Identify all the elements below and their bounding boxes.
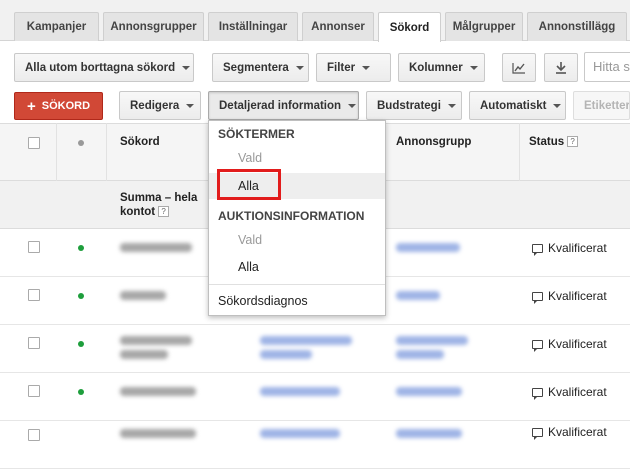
status-column-header[interactable]: Status? <box>529 136 579 148</box>
tab-campaigns[interactable]: Kampanjer <box>14 12 99 41</box>
select-all-checkbox[interactable] <box>28 137 40 149</box>
status-text: Kvalificerat <box>548 289 607 303</box>
columns-dropdown[interactable]: Kolumner <box>398 53 485 82</box>
chevron-down-icon <box>182 65 191 70</box>
chevron-down-icon <box>362 65 371 70</box>
add-keyword-button[interactable]: + SÖKORD <box>14 92 103 120</box>
keyword-column-header[interactable]: Sökord <box>120 136 160 148</box>
row-status: Kvalificerat <box>532 241 607 256</box>
blurred-ad-group-line2 <box>396 350 444 359</box>
chevron-down-icon <box>348 103 357 108</box>
chevron-down-icon <box>295 65 304 70</box>
status-dot-icon <box>78 389 84 395</box>
comment-bubble-icon[interactable] <box>532 339 543 352</box>
keyword-diagnosis-item[interactable]: Sökordsdiagnos <box>209 288 385 314</box>
edit-dropdown[interactable]: Redigera <box>119 91 201 120</box>
details-label: Detaljerad information <box>219 99 342 112</box>
blurred-keyword[interactable] <box>120 291 166 300</box>
blurred-match-keyword[interactable] <box>260 387 340 396</box>
blurred-ad-group[interactable] <box>396 291 440 300</box>
segment-label: Segmentera <box>223 61 289 74</box>
blurred-match-keyword[interactable] <box>260 336 352 345</box>
blurred-match-keyword-line2 <box>260 350 312 359</box>
ad-group-column-header[interactable]: Annonsgrupp <box>396 136 471 148</box>
table-row: Kvalificerat <box>0 373 630 421</box>
comment-bubble-icon[interactable] <box>532 243 543 256</box>
row-checkbox[interactable] <box>28 289 40 301</box>
details-dropdown[interactable]: Detaljerad information <box>208 91 359 120</box>
edit-label: Redigera <box>130 99 180 112</box>
summary-label: Summa – hela kontot? <box>120 191 220 219</box>
comment-bubble-icon[interactable] <box>532 387 543 400</box>
status-dot-icon <box>78 293 84 299</box>
tab-bar: Kampanjer Annonsgrupper Inställningar An… <box>0 0 630 42</box>
view-filter-label: Alla utom borttagna sökord <box>25 61 176 74</box>
bid-strategy-dropdown[interactable]: Budstrategi <box>366 91 462 120</box>
row-checkbox[interactable] <box>28 429 40 441</box>
row-checkbox[interactable] <box>28 337 40 349</box>
bid-strategy-label: Budstrategi <box>377 99 441 112</box>
blurred-ad-group[interactable] <box>396 243 460 252</box>
table-row: Kvalificerat <box>0 421 630 469</box>
chevron-down-icon <box>186 103 195 108</box>
blurred-ad-group[interactable] <box>396 336 468 345</box>
labels-label: Etiketter <box>584 99 630 112</box>
status-dot-icon <box>78 341 84 347</box>
tab-audiences[interactable]: Målgrupper <box>445 12 523 41</box>
help-icon[interactable]: ? <box>158 206 170 217</box>
search-terms-selected-item[interactable]: Vald <box>209 145 385 171</box>
blurred-keyword[interactable] <box>120 336 192 345</box>
chevron-down-icon <box>447 103 456 108</box>
highlight-annotation <box>217 169 281 200</box>
automatic-dropdown[interactable]: Automatiskt <box>469 91 566 120</box>
search-input[interactable]: Hitta s <box>584 52 630 82</box>
automatic-label: Automatiskt <box>480 99 547 112</box>
tab-ad-groups[interactable]: Annonsgrupper <box>103 12 204 41</box>
segment-dropdown[interactable]: Segmentera <box>212 53 309 82</box>
line-chart-icon <box>512 62 525 74</box>
filter-label: Filter <box>327 61 356 74</box>
chevron-down-icon <box>469 65 478 70</box>
chart-button[interactable] <box>502 53 536 82</box>
labels-dropdown[interactable]: Etiketter <box>573 91 630 120</box>
tab-keywords[interactable]: Sökord <box>378 12 441 42</box>
download-button[interactable] <box>544 53 578 82</box>
plus-icon: + <box>26 97 36 115</box>
status-header-label: Status <box>529 136 565 148</box>
status-dot-icon <box>78 140 84 146</box>
table-row: Kvalificerat <box>0 325 630 373</box>
comment-bubble-icon[interactable] <box>532 427 543 440</box>
menu-divider <box>209 284 385 285</box>
auction-insights-heading: AUKTIONSINFORMATION <box>218 209 365 223</box>
download-icon <box>556 62 566 74</box>
row-checkbox[interactable] <box>28 385 40 397</box>
tab-ads[interactable]: Annonser <box>302 12 374 41</box>
status-text: Kvalificerat <box>548 241 607 255</box>
blurred-ad-group[interactable] <box>396 387 462 396</box>
columns-label: Kolumner <box>409 61 463 74</box>
auction-insights-selected-item[interactable]: Vald <box>209 227 385 253</box>
view-filter-dropdown[interactable]: Alla utom borttagna sökord <box>14 53 194 82</box>
chevron-down-icon <box>553 103 562 108</box>
details-dropdown-menu: SÖKTERMER Vald Alla AUKTIONSINFORMATION … <box>208 120 386 316</box>
row-status: Kvalificerat <box>532 289 607 304</box>
comment-bubble-icon[interactable] <box>532 291 543 304</box>
blurred-keyword-line2 <box>120 350 168 359</box>
status-text: Kvalificerat <box>548 385 607 399</box>
auction-insights-all-item[interactable]: Alla <box>209 254 385 280</box>
filter-dropdown[interactable]: Filter <box>316 53 391 82</box>
search-placeholder: Hitta s <box>593 59 630 74</box>
status-dot-icon <box>78 245 84 251</box>
row-status: Kvalificerat <box>532 337 607 352</box>
add-keyword-label: SÖKORD <box>41 100 91 112</box>
status-text: Kvalificerat <box>548 337 607 351</box>
row-status: Kvalificerat <box>532 385 607 400</box>
row-checkbox[interactable] <box>28 241 40 253</box>
tab-ad-extensions[interactable]: Annonstillägg <box>527 12 627 41</box>
help-icon[interactable]: ? <box>567 136 579 147</box>
search-terms-heading: SÖKTERMER <box>218 127 295 141</box>
tab-settings[interactable]: Inställningar <box>208 12 298 41</box>
blurred-keyword[interactable] <box>120 387 196 396</box>
blurred-keyword[interactable] <box>120 243 192 252</box>
